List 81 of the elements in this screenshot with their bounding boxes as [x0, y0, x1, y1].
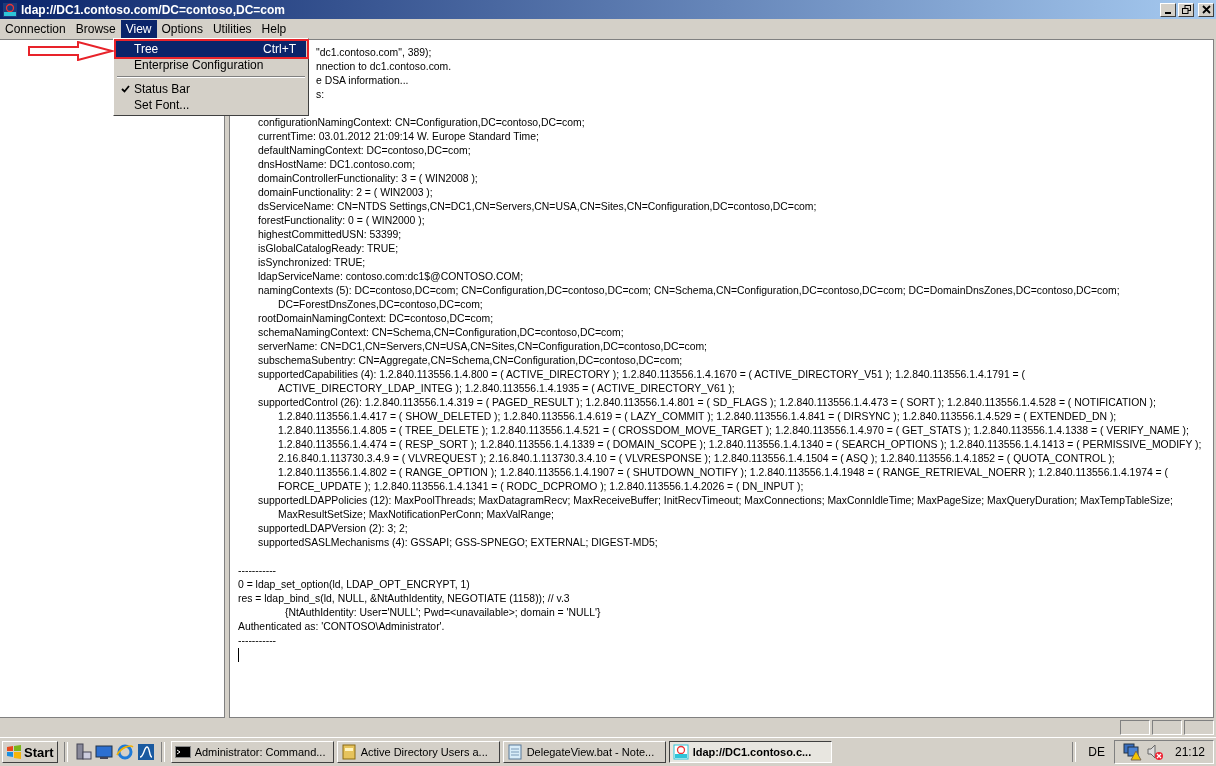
output-line: s:: [316, 88, 325, 102]
output-line: rootDomainNamingContext: DC=contoso,DC=com;: [258, 312, 494, 326]
desktop-icon[interactable]: [94, 743, 113, 761]
close-button[interactable]: [1198, 2, 1214, 17]
output-line: 2.16.840.1.113730.3.4.9 = ( VLVREQUEST ); 2.16.840.1.113730.3.4.10 = ( VLVRESPONSE ); 1.2.840.113556.1.4.1504 = ( ASQ ); 1.2.840.113556.1.4.1852 = ( QUOTA_CONTROL );: [278, 452, 1115, 466]
menu-item[interactable]: Help: [256, 19, 292, 38]
menu-item[interactable]: View: [120, 19, 157, 38]
output-line: {NtAuthIdentity: User='NULL'; Pwd=<unavailable>; domain = 'NULL'}: [285, 606, 601, 620]
output-line: supportedLDAPVersion (2): 3; 2;: [258, 522, 408, 536]
book-icon: [340, 744, 357, 760]
restore-icon: [1181, 5, 1191, 14]
taskbar-button[interactable]: Active Directory Users a...: [336, 741, 500, 763]
menu-option[interactable]: Enterprise Configuration: [116, 57, 306, 73]
output-line: ldapServiceName: contoso.com:dc1$@CONTOSO.COM;: [258, 270, 524, 284]
output-line: highestCommittedUSN: 53399;: [258, 228, 402, 242]
output-line: dsServiceName: CN=NTDS Settings,CN=DC1,CN=Servers,CN=USA,CN=Sites,CN=Configuration,DC=contoso,DC=com;: [258, 200, 817, 214]
output-line: 1.2.840.113556.1.4.417 = ( SHOW_DELETED ); 1.2.840.113556.1.4.619 = ( LAZY_COMMIT ); 1.2.840.113556.1.4.841 = ( DIRSYNC ); 1.2.840.113556.1.4.529 = ( EXTENDED_DN );: [278, 410, 1117, 424]
logo-icon: [6, 745, 22, 759]
output-line: res = ldap_bind_s(ld, NULL, &NtAuthIdentity, NEGOTIATE (1158)); // v.3: [238, 592, 570, 606]
text-cursor: [238, 648, 239, 662]
status-panel: [1152, 720, 1182, 735]
output-line: serverName: CN=DC1,CN=Servers,CN=USA,CN=Sites,CN=Configuration,DC=contoso,DC=com;: [258, 340, 707, 354]
browser-icon[interactable]: [115, 743, 134, 761]
output-line: configurationNamingContext: CN=Configuration,DC=contoso,DC=com;: [258, 116, 585, 130]
restore-button[interactable]: [1178, 2, 1194, 17]
taskbar-button[interactable]: DelegateView.bat - Note...: [502, 741, 666, 763]
window-title: ldap://DC1.contoso.com/DC=contoso,DC=com: [21, 2, 286, 17]
start-button[interactable]: Start: [2, 741, 58, 763]
notepad-icon: [506, 744, 523, 760]
output-line: domainControllerFunctionality: 3 = ( WIN2008 );: [258, 172, 478, 186]
output-line: DC=ForestDnsZones,DC=contoso,DC=com;: [278, 298, 483, 312]
output-line: namingContexts (5): DC=contoso,DC=com; CN=Configuration,DC=contoso,DC=com; CN=Schema,CN=Configuration,DC=contoso,DC=com; DC=DomainDnsZones,DC=contoso,DC=com;: [258, 284, 1120, 298]
menu-option[interactable]: Set Font...: [116, 97, 306, 113]
output-line: 1.2.840.113556.1.4.474 = ( RESP_SORT ); 1.2.840.113556.1.4.1339 = ( DOMAIN_SCOPE ); 1.2.840.113556.1.4.1340 = ( SEARCH_OPTIONS ); 1.2.840.113556.1.4.1413 = ( PERMISSIVE_MODIFY );: [278, 438, 1202, 452]
status-panel: [1120, 720, 1150, 735]
output-line: FORCE_UPDATE ); 1.2.840.113556.1.4.1341 = ( RODC_DCPROMO ); 1.2.840.113556.1.4.2026 = ( DN_INPUT );: [278, 480, 804, 494]
minimize-icon: [1165, 11, 1171, 14]
output-line: -----------: [238, 634, 277, 648]
menu-item[interactable]: Browse: [70, 19, 121, 38]
console-icon: [174, 744, 191, 760]
output-line: domainFunctionality: 2 = ( WIN2003 );: [258, 186, 433, 200]
output-line: MaxResultSetSize; MaxNotificationPerConn; MaxValRange;: [278, 508, 554, 522]
clock[interactable]: 21:12: [1174, 745, 1205, 759]
output-line: defaultNamingContext: DC=contoso,DC=com;: [258, 144, 471, 158]
menu-item[interactable]: Utilities: [207, 19, 257, 38]
output-line: -----------: [238, 564, 277, 578]
output-line: schemaNamingContext: CN=Schema,CN=Configuration,DC=contoso,DC=com;: [258, 326, 624, 340]
output-line: supportedCapabilities (4): 1.2.840.113556.1.4.800 = ( ACTIVE_DIRECTORY ); 1.2.840.113556.1.4.1670 = ( ACTIVE_DIRECTORY_V51 ); 1.2.840.113556.1.4.1791 = (: [258, 368, 1025, 382]
output-line: supportedSASLMechanisms (4): GSSAPI; GSS-SPNEGO; EXTERNAL; DIGEST-MD5;: [258, 536, 658, 550]
speaker-muted-icon[interactable]: [1145, 743, 1164, 761]
app-icon: [672, 744, 689, 760]
output-line: "dc1.contoso.com", 389);: [316, 46, 432, 60]
minimize-button[interactable]: [1160, 2, 1176, 17]
output-line: forestFunctionality: 0 = ( WIN2000 );: [258, 214, 425, 228]
menu-item[interactable]: Connection: [0, 19, 71, 38]
output-line: isSynchronized: TRUE;: [258, 256, 366, 270]
menu-option[interactable]: Status Bar: [116, 81, 306, 97]
output-line: Authenticated as: 'CONTOSO\Administrator'.: [238, 620, 445, 634]
output-line: nnection to dc1.contoso.com.: [316, 60, 452, 74]
output-line: 1.2.840.113556.1.4.805 = ( TREE_DELETE ); 1.2.840.113556.1.4.521 = ( CROSSDOM_MOVE_TARGET ); 1.2.840.113556.1.4.970 = ( GET_STATS ); 1.2.840.113556.1.4.1338 = ( VERIFY_NAME );: [278, 424, 1189, 438]
network-warning-icon[interactable]: [1122, 743, 1143, 761]
taskbar-button[interactable]: Administrator: Command...: [170, 741, 334, 763]
performance-icon[interactable]: [136, 743, 155, 761]
output-line: subschemaSubentry: CN=Aggregate,CN=Schema,CN=Configuration,DC=contoso,DC=com;: [258, 354, 683, 368]
output-line: e DSA information...: [316, 74, 409, 88]
status-panel: [1184, 720, 1214, 735]
output-line: 0 = ldap_set_option(ld, LDAP_OPT_ENCRYPT, 1): [238, 578, 470, 592]
output-line: 1.2.840.113556.1.4.802 = ( RANGE_OPTION ); 1.2.840.113556.1.4.1907 = ( SHUTDOWN_NOTIFY ); 1.2.840.113556.1.4.1948 = ( RANGE_RETRIEVAL_NOERR ); 1.2.840.113556.1.4.1974 = (: [278, 466, 1169, 480]
output-line: ACTIVE_DIRECTORY_LDAP_INTEG ); 1.2.840.113556.1.4.1935 = ( ACTIVE_DIRECTORY_V61 );: [278, 382, 735, 396]
output-line: isGlobalCatalogReady: TRUE;: [258, 242, 399, 256]
output-line: supportedLDAPPolicies (12): MaxPoolThreads; MaxDatagramRecv; MaxReceiveBuffer; InitRecvTimeout; MaxConnections; MaxConnIdleTime; MaxPageSize; MaxQueryDuration; MaxTempTableSize;: [258, 494, 1173, 508]
output-line: supportedControl (26): 1.2.840.113556.1.4.319 = ( PAGED_RESULT ); 1.2.840.113556.1.4.801 = ( SD_FLAGS ); 1.2.840.113556.1.4.473 = ( SORT ); 1.2.840.113556.1.4.528 = ( NOTIFICATION );: [258, 396, 1156, 410]
app-icon: [2, 1, 18, 18]
output-line: currentTime: 03.01.2012 21:09:14 W. Europe Standard Time;: [258, 130, 539, 144]
close-icon: [1201, 5, 1211, 14]
server-icon[interactable]: [73, 743, 92, 761]
menu-item[interactable]: Options: [156, 19, 208, 38]
output-line: dnsHostName: DC1.contoso.com;: [258, 158, 416, 172]
taskbar-button[interactable]: ldap://DC1.contoso.c...: [668, 741, 832, 763]
language-indicator[interactable]: DE: [1082, 745, 1111, 759]
menu-option[interactable]: Tree Ctrl+T: [116, 41, 306, 57]
